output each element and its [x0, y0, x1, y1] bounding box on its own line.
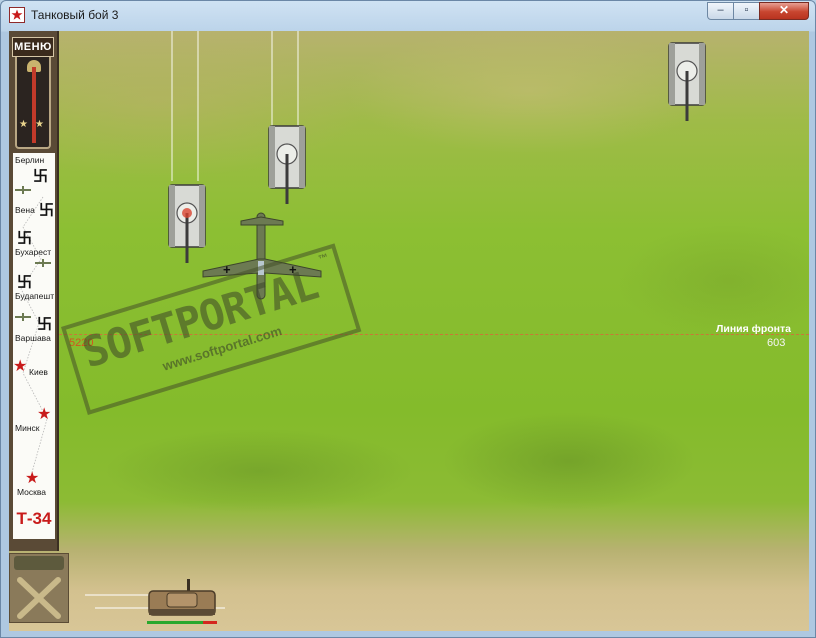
weapon-slot[interactable]: [9, 553, 69, 623]
tank-model-label: Т-34: [16, 509, 52, 528]
enemy-plane-icon: [35, 259, 51, 267]
game-window: Танковый бой 3 – ▫ ✕ Линия фронта 603 52…: [0, 0, 816, 638]
rank-shoulder-board: [15, 57, 51, 149]
tank-track-trail: [171, 31, 173, 181]
menu-button[interactable]: МЕНЮ: [12, 37, 54, 57]
enemy-plane-icon: [15, 186, 31, 194]
red-star-icon: ★: [25, 470, 40, 487]
city-warsaw: Варшава: [15, 333, 51, 343]
red-star-app-icon: [9, 7, 25, 23]
campaign-sidebar: МЕНЮ ★ ★ Берлин 卐 Вена 卐 卐 Бухарест 卐 Бу…: [9, 31, 59, 551]
front-line-distance: 603: [767, 337, 786, 349]
campaign-route: Берлин 卐 Вена 卐 卐 Бухарест 卐 Будапешт 卐 …: [13, 153, 55, 539]
city-kiev: Киев: [29, 367, 48, 377]
red-star-icon: ★: [13, 358, 28, 375]
city-berlin: Берлин: [15, 155, 45, 165]
city-vienna: Вена: [15, 205, 35, 215]
rank-star-icon: ★: [35, 119, 44, 130]
player-health-bar: [147, 621, 203, 624]
tank-track-trail: [297, 31, 299, 126]
city-budapest: Будапешт: [15, 291, 55, 301]
player-health-damage: [203, 621, 217, 624]
battlefield[interactable]: Линия фронта 603 5220 + + SOFTPORTAL ™ w…: [9, 31, 809, 631]
enemy-emblem-icon: 卐: [17, 230, 33, 247]
tank-thumbnail-icon: [14, 556, 64, 570]
tank-track-trail: [271, 31, 273, 126]
rank-star-icon: ★: [19, 119, 28, 130]
red-star-icon: ★: [37, 406, 52, 423]
city-bucharest: Бухарест: [15, 247, 52, 257]
title-bar[interactable]: Танковый бой 3 – ▫ ✕: [1, 1, 815, 29]
crossed-wrenches-icon: [17, 577, 61, 619]
enemy-tank[interactable]: [667, 41, 707, 128]
close-button[interactable]: ✕: [759, 2, 809, 20]
player-tank[interactable]: [147, 579, 217, 624]
enemy-emblem-icon: 卐: [37, 316, 53, 333]
minimize-icon: –: [717, 4, 724, 16]
enemy-tank[interactable]: [267, 124, 307, 211]
watermark-trademark: ™: [317, 252, 330, 266]
enemy-plane-icon: [15, 313, 31, 321]
front-line-label: Линия фронта: [716, 323, 792, 335]
enemy-emblem-icon: 卐: [33, 168, 49, 185]
enemy-emblem-icon: 卐: [17, 274, 33, 291]
window-title: Танковый бой 3: [31, 8, 119, 22]
maximize-icon: ▫: [744, 4, 749, 16]
enemy-emblem-icon: 卐: [39, 202, 55, 219]
city-minsk: Минск: [15, 423, 40, 433]
tank-track-trail: [197, 31, 199, 181]
city-moscow: Москва: [17, 487, 47, 497]
minimize-button[interactable]: –: [707, 2, 734, 20]
maximize-button[interactable]: ▫: [733, 2, 760, 20]
close-icon: ✕: [778, 3, 790, 17]
rank-stripe: [32, 67, 36, 143]
